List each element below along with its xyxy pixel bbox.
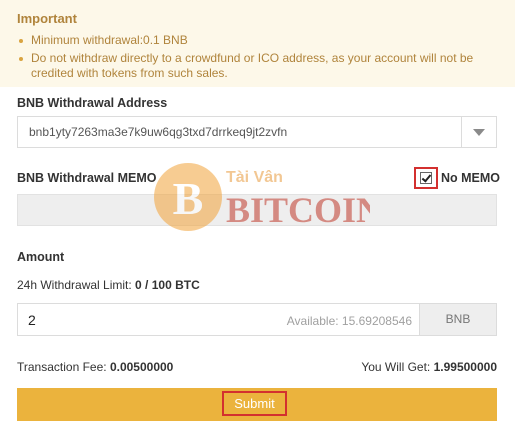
submit-bar[interactable]: Submit: [17, 388, 497, 421]
you-will-get: You Will Get: 1.99500000: [361, 360, 497, 374]
important-notice: Important Minimum withdrawal:0.1 BNB Do …: [0, 0, 515, 87]
watermark-sub: Tài Vân: [226, 169, 283, 186]
get-value: 1.99500000: [433, 360, 497, 374]
notice-item: Do not withdraw directly to a crowdfund …: [17, 51, 497, 81]
address-label: BNB Withdrawal Address: [17, 96, 168, 110]
fee-label: Transaction Fee:: [17, 360, 110, 374]
amount-label: Amount: [17, 250, 65, 264]
notice-list: Minimum withdrawal:0.1 BNB Do not withdr…: [17, 33, 497, 84]
unit-label: BNB: [419, 304, 496, 335]
fee-value: 0.00500000: [109, 360, 174, 374]
memo-label: BNB Withdrawal MEMO: [17, 171, 157, 185]
memo-input[interactable]: [17, 194, 497, 226]
amount-value: 2: [28, 312, 36, 328]
withdrawal-limit: 24h Withdrawal Limit: 0 / 100 BTC: [17, 278, 200, 292]
notice-title: Important: [17, 11, 77, 26]
no-memo-highlight: [414, 167, 438, 189]
address-value: bnb1yty7263ma3e7k9uw6qg3txd7drrkeq9jt2zv…: [29, 125, 288, 139]
limit-prefix: 24h Withdrawal Limit:: [17, 278, 136, 292]
caret-down-icon: [473, 129, 485, 136]
limit-value: 0 / 100 BTC: [135, 278, 200, 292]
transaction-fee: Transaction Fee: 0.00500000: [17, 360, 173, 374]
amount-input[interactable]: 2 Available: 15.69208546 BNB: [17, 303, 497, 336]
notice-item: Minimum withdrawal:0.1 BNB: [17, 33, 497, 48]
no-memo-checkbox[interactable]: [420, 172, 432, 184]
address-input[interactable]: bnb1yty7263ma3e7k9uw6qg3txd7drrkeq9jt2zv…: [17, 116, 497, 148]
get-label: You Will Get:: [361, 360, 434, 374]
submit-button[interactable]: Submit: [222, 391, 287, 416]
address-dropdown-button[interactable]: [461, 117, 496, 147]
no-memo-label[interactable]: No MEMO: [441, 171, 500, 185]
available-balance: Available: 15.69208546: [286, 314, 412, 328]
